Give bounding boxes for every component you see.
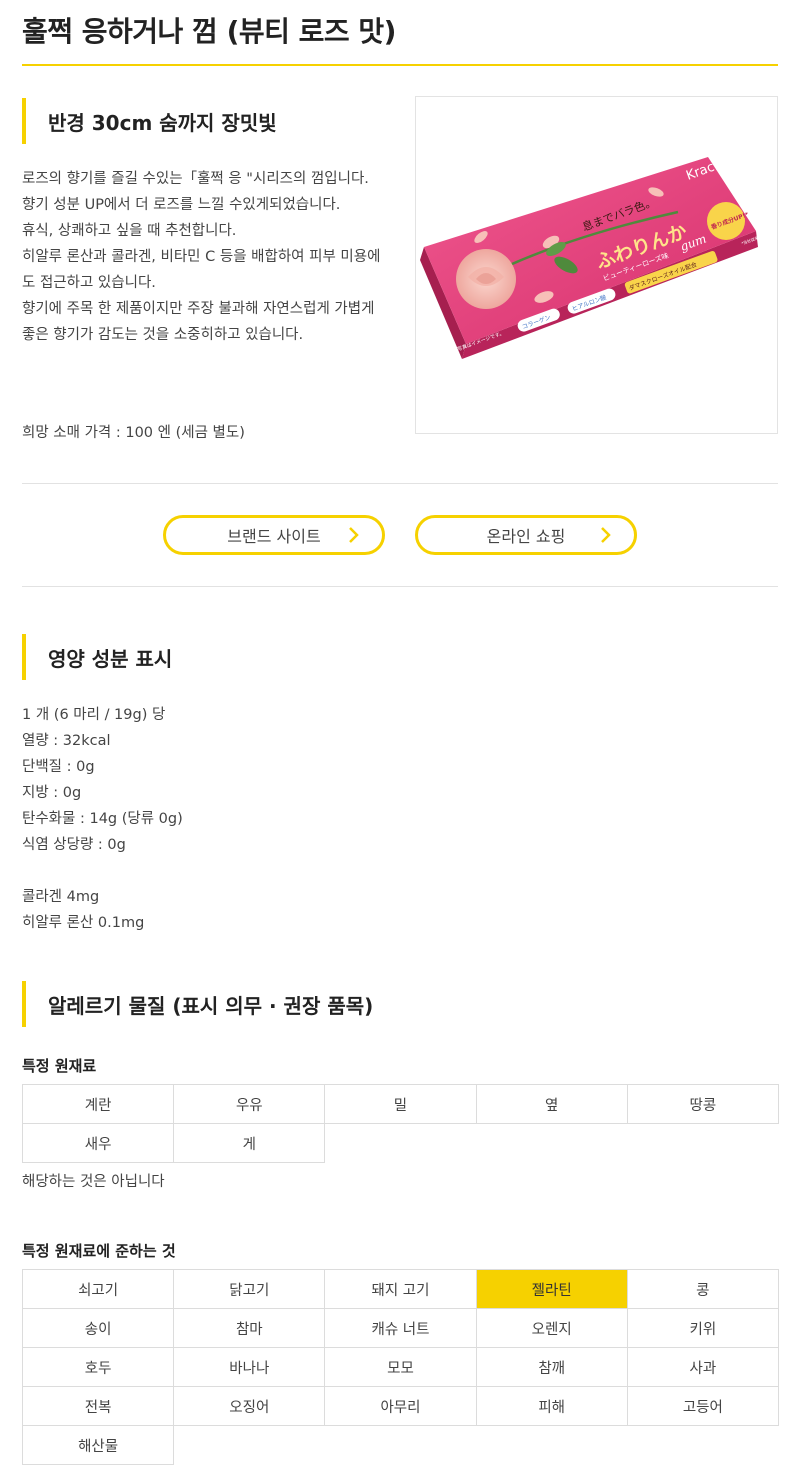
retail-price: 희망 소매 가격 : 100 엔 (세금 별도) <box>22 425 245 441</box>
allergen-cell: 우유 <box>173 1084 326 1124</box>
allergen-cell: 오징어 <box>173 1386 326 1426</box>
allergen-cell: 돼지 고기 <box>324 1269 477 1309</box>
table-row: 새우 게 <box>21 1123 779 1163</box>
allergen-cell: 모모 <box>324 1347 477 1387</box>
allergen-cell: 새우 <box>21 1123 175 1163</box>
allergen-cell: 고등어 <box>626 1386 779 1426</box>
nutrition-line: 지방 : 0g <box>22 785 82 801</box>
empty-cell <box>476 1425 628 1465</box>
allergen-cell: 송이 <box>21 1308 175 1348</box>
chevron-right-icon <box>349 527 359 543</box>
allergen-cell: 밀 <box>324 1084 477 1124</box>
allergen-cell-highlighted: 젤라틴 <box>475 1269 628 1309</box>
brand-site-label: 브랜드 사이트 <box>227 527 321 546</box>
specific-ingredients-table: 계란 우유 밀 옆 땅콩 새우 게 <box>21 1084 779 1163</box>
allergen-cell: 호두 <box>21 1347 175 1387</box>
online-shop-label: 온라인 쇼핑 <box>486 527 566 546</box>
nutrition-facts: 1 개 (6 마리 / 19g) 당 열량 : 32kcal 단백질 : 0g … <box>22 702 183 936</box>
nutrition-line: 콜라겐 4mg <box>22 889 100 905</box>
allergen-cell: 전복 <box>21 1386 175 1426</box>
section-heading-tagline: 반경 30cm 숨까지 장밋빛 <box>22 98 277 144</box>
table-row: 쇠고기 닭고기 돼지 고기 젤라틴 콩 <box>21 1269 779 1309</box>
section-heading-allergy: 알레르기 물질 (표시 의무 · 권장 품목) <box>22 981 373 1027</box>
table-row: 해산물 <box>21 1425 779 1465</box>
description-line: 휴식, 상쾌하고 싶을 때 추천합니다. <box>22 223 237 239</box>
nutrition-line: 식염 상당량 : 0g <box>22 837 126 853</box>
quasi-ingredients-table: 쇠고기 닭고기 돼지 고기 젤라틴 콩 송이 참마 캐슈 너트 오렌지 키위 호… <box>21 1269 779 1465</box>
product-description: 로즈의 향기를 즐길 수있는「훌쩍 응 "시리즈의 껌입니다. 향기 성분 UP… <box>22 166 384 348</box>
empty-cell <box>324 1123 477 1163</box>
allergen-cell: 오렌지 <box>475 1308 628 1348</box>
allergen-cell: 바나나 <box>173 1347 326 1387</box>
online-shop-button[interactable]: 온라인 쇼핑 <box>415 515 637 555</box>
allergen-cell: 캐슈 너트 <box>324 1308 477 1348</box>
allergen-cell: 사과 <box>626 1347 779 1387</box>
description-line: 향기에 주목 한 제품이지만 주장 불과해 자연스럽게 가볍게 좋은 향기가 감… <box>22 301 375 343</box>
nutrition-spacer <box>22 858 183 884</box>
allergen-cell: 계란 <box>21 1084 175 1124</box>
allergen-cell: 아무리 <box>324 1386 477 1426</box>
allergen-cell: 키위 <box>626 1308 779 1348</box>
allergen-cell: 게 <box>173 1123 326 1163</box>
page-title: 훌쩍 응하거나 껌 (뷰티 로즈 맛) <box>22 15 396 48</box>
allergen-cell: 콩 <box>626 1269 779 1309</box>
table-row: 전복 오징어 아무리 피해 고등어 <box>21 1386 779 1426</box>
title-divider <box>22 64 778 66</box>
brand-site-button[interactable]: 브랜드 사이트 <box>163 515 385 555</box>
section-divider <box>22 586 778 587</box>
specific-ingredients-title: 특정 원재료 <box>22 1057 97 1075</box>
section-divider <box>22 483 778 484</box>
empty-cell <box>324 1425 477 1465</box>
chevron-right-icon <box>601 527 611 543</box>
description-line: 향기 성분 UP에서 더 로즈를 느낄 수있게되었습니다. <box>22 197 341 213</box>
nutrition-line: 탄수화물 : 14g (당류 0g) <box>22 811 183 827</box>
table-row: 송이 참마 캐슈 너트 오렌지 키위 <box>21 1308 779 1348</box>
nutrition-line: 단백질 : 0g <box>22 759 95 775</box>
table-row: 호두 바나나 모모 참깨 사과 <box>21 1347 779 1387</box>
allergen-cell: 참깨 <box>475 1347 628 1387</box>
nutrition-line: 히알루 론산 0.1mg <box>22 915 145 931</box>
empty-cell <box>476 1123 628 1163</box>
allergen-cell: 땅콩 <box>626 1084 779 1124</box>
empty-cell <box>627 1123 779 1163</box>
allergen-cell: 닭고기 <box>173 1269 326 1309</box>
description-line: 로즈의 향기를 즐길 수있는「훌쩍 응 "시리즈의 껌입니다. <box>22 171 369 187</box>
allergen-cell: 쇠고기 <box>21 1269 175 1309</box>
description-line: 히알루 론산과 콜라겐, 비타민 C 등을 배합하여 피부 미용에도 접근하고 … <box>22 249 381 291</box>
allergen-cell: 피해 <box>475 1386 628 1426</box>
empty-cell <box>627 1425 779 1465</box>
gum-package-illustration: Kracie 息までバラ色。 ふわりんか ビューティーローズ味 gum 香り成分… <box>420 156 774 359</box>
quasi-ingredients-title: 특정 원재료에 준하는 것 <box>22 1242 176 1260</box>
nutrition-line: 열량 : 32kcal <box>22 733 111 749</box>
section-heading-nutrition: 영양 성분 표시 <box>22 634 172 680</box>
allergen-cell: 옆 <box>475 1084 628 1124</box>
allergen-cell: 해산물 <box>21 1425 175 1465</box>
allergy-note: 해당하는 것은 아닙니다 <box>22 1174 165 1190</box>
allergen-cell: 참마 <box>173 1308 326 1348</box>
empty-cell <box>173 1425 325 1465</box>
nutrition-line: 1 개 (6 마리 / 19g) 당 <box>22 707 166 723</box>
product-image: Kracie 息までバラ色。 ふわりんか ビューティーローズ味 gum 香り成分… <box>415 96 778 434</box>
table-row: 계란 우유 밀 옆 땅콩 <box>21 1084 779 1124</box>
